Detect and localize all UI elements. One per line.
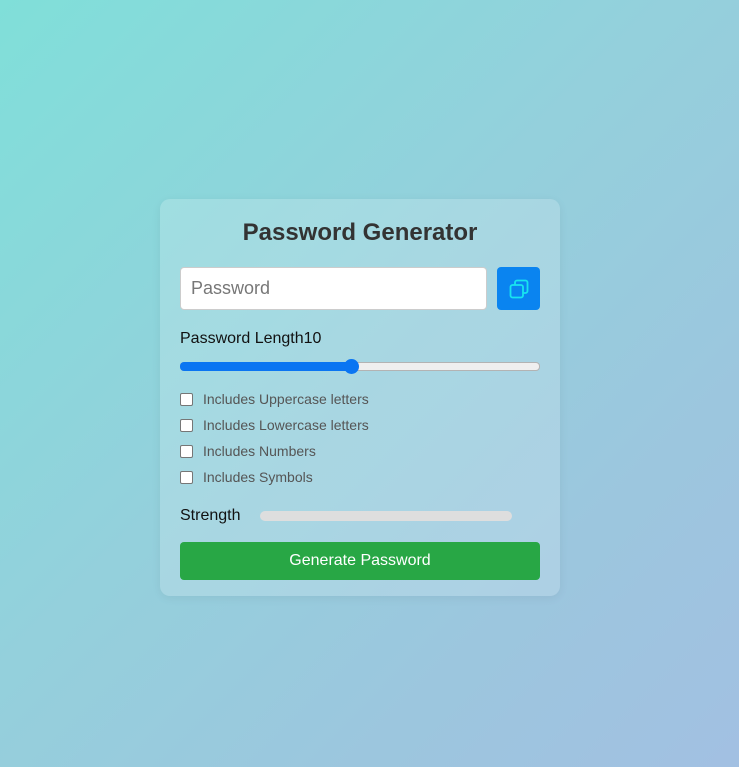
numbers-checkbox[interactable]	[180, 444, 193, 458]
option-symbols[interactable]: Includes Symbols	[180, 464, 540, 490]
symbols-checkbox[interactable]	[180, 470, 193, 484]
password-generator-card: Password Generator Password Length10 Inc…	[160, 199, 560, 596]
option-label: Includes Uppercase letters	[203, 391, 369, 407]
option-uppercase[interactable]: Includes Uppercase letters	[180, 386, 540, 412]
option-numbers[interactable]: Includes Numbers	[180, 438, 540, 464]
copy-icon	[508, 278, 530, 300]
strength-label: Strength	[180, 507, 241, 524]
password-length-label: Password Length	[180, 330, 304, 347]
generate-password-button[interactable]: Generate Password	[180, 542, 540, 580]
lowercase-checkbox[interactable]	[180, 418, 193, 432]
option-label: Includes Symbols	[203, 469, 313, 485]
slider-thumb[interactable]	[343, 359, 359, 374]
password-output-field[interactable]	[180, 267, 487, 310]
slider-fill	[180, 362, 351, 371]
option-label: Includes Numbers	[203, 443, 316, 459]
option-label: Includes Lowercase letters	[203, 417, 369, 433]
page-title: Password Generator	[242, 219, 478, 246]
options-list: Includes Uppercase letters Includes Lowe…	[180, 386, 540, 490]
copy-button[interactable]	[497, 267, 540, 310]
password-row	[180, 267, 540, 310]
password-length-value: 10	[303, 330, 322, 347]
option-lowercase[interactable]: Includes Lowercase letters	[180, 412, 540, 438]
strength-meter	[260, 511, 512, 521]
password-length-row: Password Length10	[180, 330, 540, 348]
password-length-slider[interactable]	[180, 359, 540, 374]
strength-row: Strength	[180, 506, 540, 526]
uppercase-checkbox[interactable]	[180, 392, 193, 406]
